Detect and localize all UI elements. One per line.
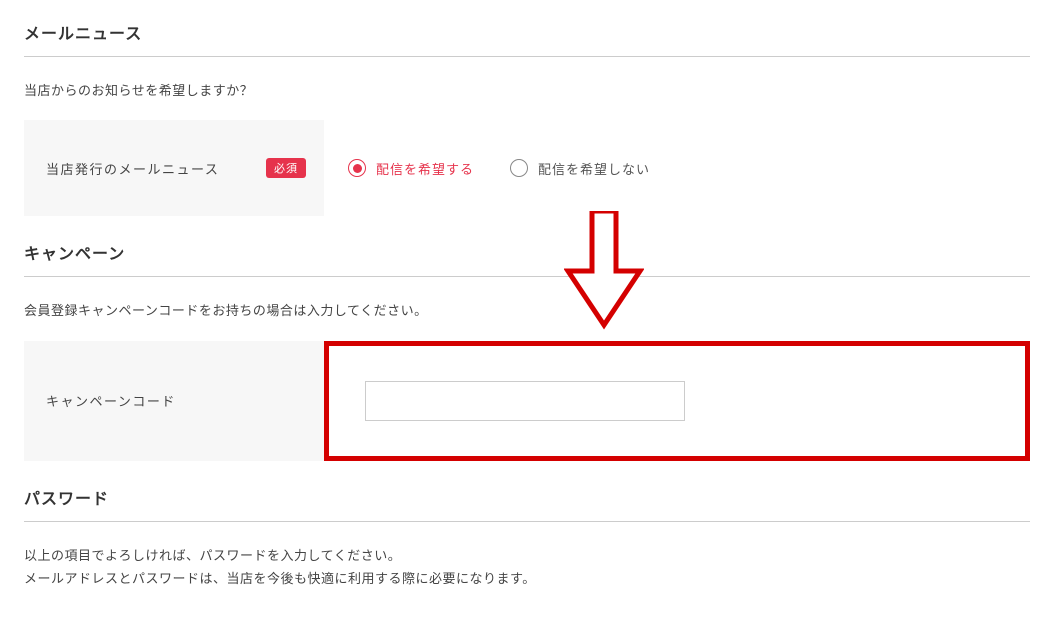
password-description-line2: メールアドレスとパスワードは、当店を今後も快適に利用する際に必要になります。 [24, 571, 536, 586]
mail-news-input-col: 配信を希望する 配信を希望しない [324, 120, 1030, 216]
campaign-description: 会員登録キャンペーンコードをお持ちの場合は入力してください。 [24, 299, 1030, 322]
required-badge: 必須 [266, 158, 306, 178]
campaign-field-label: キャンペーンコード [46, 391, 176, 410]
radio-subscribe-label: 配信を希望する [376, 159, 474, 178]
radio-circle-unselected-icon [510, 159, 528, 177]
password-title: パスワード [24, 485, 1030, 522]
mail-news-form-row: 当店発行のメールニュース 必須 配信を希望する 配信を希望しない [24, 120, 1030, 216]
campaign-form-row: キャンペーンコード [24, 341, 1030, 461]
mail-news-field-label: 当店発行のメールニュース [46, 159, 219, 178]
password-description: 以上の項目でよろしければ、パスワードを入力してください。 メールアドレスとパスワ… [24, 544, 1030, 591]
radio-circle-selected-icon [348, 159, 366, 177]
campaign-section: キャンペーン 会員登録キャンペーンコードをお持ちの場合は入力してください。 キャ… [24, 240, 1030, 460]
campaign-title: キャンペーン [24, 240, 1030, 277]
radio-unsubscribe-label: 配信を希望しない [538, 159, 650, 178]
arrow-down-icon [564, 211, 644, 334]
mail-news-label-col: 当店発行のメールニュース 必須 [24, 134, 324, 202]
radio-subscribe[interactable]: 配信を希望する [348, 159, 474, 178]
campaign-label-col: キャンペーンコード [24, 367, 324, 434]
mail-news-title: メールニュース [24, 20, 1030, 57]
radio-unsubscribe[interactable]: 配信を希望しない [510, 159, 650, 178]
mail-news-section: メールニュース 当店からのお知らせを希望しますか？ 当店発行のメールニュース 必… [24, 20, 1030, 216]
mail-news-description: 当店からのお知らせを希望しますか？ [24, 79, 1030, 102]
password-description-line1: 以上の項目でよろしければ、パスワードを入力してください。 [24, 548, 401, 563]
mail-news-radio-group: 配信を希望する 配信を希望しない [348, 159, 650, 178]
campaign-code-input[interactable] [365, 381, 685, 421]
campaign-input-col [324, 341, 1030, 461]
password-section: パスワード 以上の項目でよろしければ、パスワードを入力してください。 メールアド… [24, 485, 1030, 591]
